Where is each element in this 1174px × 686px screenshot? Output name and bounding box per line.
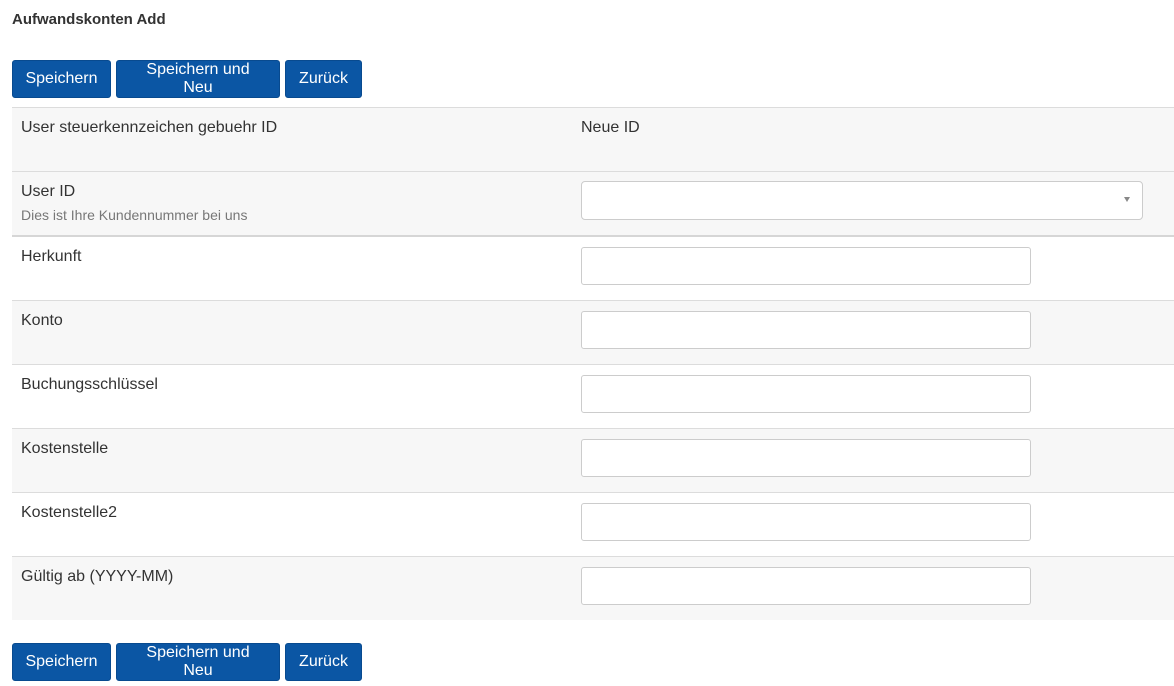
back-button[interactable]: Zurück xyxy=(285,60,362,98)
top-button-bar: Speichern Speichern und Neu Zurück xyxy=(12,60,362,98)
save-button[interactable]: Speichern xyxy=(12,643,111,681)
kostenstelle2-input[interactable] xyxy=(581,503,1031,541)
form-row-gueltig-ab: Gültig ab (YYYY-MM) xyxy=(12,557,1174,620)
user-id-select[interactable] xyxy=(581,181,1143,220)
back-button[interactable]: Zurück xyxy=(285,643,362,681)
save-and-new-button[interactable]: Speichern und Neu xyxy=(116,60,280,98)
save-and-new-button[interactable]: Speichern und Neu xyxy=(116,643,280,681)
field-label: Kostenstelle2 xyxy=(21,504,118,521)
save-button[interactable]: Speichern xyxy=(12,60,111,98)
field-label: Herkunft xyxy=(21,248,82,265)
field-label: User steuerkennzeichen gebuehr ID xyxy=(21,119,278,136)
form-table: User steuerkennzeichen gebuehr ID Neue I… xyxy=(12,107,1174,620)
herkunft-input[interactable] xyxy=(581,247,1031,285)
buchungsschluessel-input[interactable] xyxy=(581,375,1031,413)
field-label: Konto xyxy=(21,312,63,329)
field-label: User ID xyxy=(21,183,76,200)
form-row-konto: Konto xyxy=(12,301,1174,365)
id-value: Neue ID xyxy=(581,119,640,136)
field-label: Kostenstelle xyxy=(21,440,109,457)
page-title: Aufwandskonten Add xyxy=(12,11,166,28)
form-row-kostenstelle: Kostenstelle xyxy=(12,429,1174,493)
form-row-buchungsschluessel: Buchungsschlüssel xyxy=(12,365,1174,429)
chevron-down-icon xyxy=(1124,197,1130,202)
form-row-kostenstelle2: Kostenstelle2 xyxy=(12,493,1174,557)
form-row-steuerkennzeichen-id: User steuerkennzeichen gebuehr ID Neue I… xyxy=(12,108,1174,172)
form-row-herkunft: Herkunft xyxy=(12,237,1174,301)
field-hint: Dies ist Ihre Kundennummer bei uns xyxy=(21,207,248,223)
bottom-button-bar: Speichern Speichern und Neu Zurück xyxy=(12,643,362,681)
gueltig-ab-input[interactable] xyxy=(581,567,1031,605)
field-label: Buchungsschlüssel xyxy=(21,376,158,393)
field-label: Gültig ab (YYYY-MM) xyxy=(21,568,174,585)
form-row-user-id: User ID Dies ist Ihre Kundennummer bei u… xyxy=(12,172,1174,237)
konto-input[interactable] xyxy=(581,311,1031,349)
kostenstelle-input[interactable] xyxy=(581,439,1031,477)
